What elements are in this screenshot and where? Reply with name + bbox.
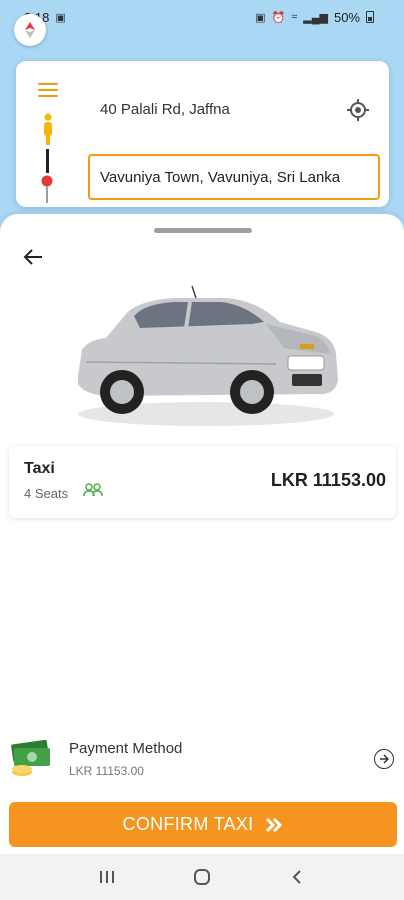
vehicle-price: LKR 11153.00	[270, 470, 386, 490]
confirm-taxi-button[interactable]: CONFIRM TAXI	[9, 802, 397, 847]
chevron-left-icon	[292, 870, 301, 884]
home-button[interactable]	[187, 862, 217, 892]
alarm-icon: ⏰	[271, 11, 286, 24]
arrow-left-icon[interactable]	[22, 248, 44, 266]
double-chevron-right-icon	[266, 817, 283, 832]
recent-apps-button[interactable]	[92, 862, 122, 892]
system-nav-bar	[0, 854, 404, 900]
gallery-icon: ▣	[55, 11, 66, 24]
battery-icon	[366, 11, 374, 23]
home-icon	[193, 869, 210, 885]
payment-title: Payment Method	[69, 740, 183, 757]
vehicle-name: Taxi	[24, 460, 55, 477]
people-icon	[83, 483, 103, 497]
back-button[interactable]	[282, 862, 312, 892]
compass-icon	[25, 22, 35, 38]
vehicle-option-card[interactable]: Taxi 4 Seats LKR 11153.00	[9, 446, 396, 518]
status-bar: 2:18 ▣ ▣ ⏰ ≈ ▂▄▆ 50%	[0, 0, 404, 34]
status-right: ▣ ⏰ ≈ ▂▄▆ 50%	[255, 10, 374, 25]
menu-icon[interactable]	[38, 83, 58, 99]
address-card: 40 Palali Rd, Jaffna	[16, 61, 389, 207]
payment-amount: LKR 11153.00	[69, 764, 144, 778]
pickup-address[interactable]: 40 Palali Rd, Jaffna	[100, 101, 230, 118]
bottom-sheet: Taxi 4 Seats LKR 11153.00 Payment Method…	[0, 214, 404, 854]
confirm-label: CONFIRM TAXI	[122, 814, 254, 834]
destination-input[interactable]	[88, 154, 380, 200]
drag-handle[interactable]	[154, 228, 252, 233]
cash-stack-icon	[11, 739, 50, 776]
person-pin-icon	[44, 113, 52, 145]
circle-arrow-right-icon[interactable]	[374, 749, 394, 769]
recent-apps-icon	[100, 871, 115, 883]
drop-pin-icon	[41, 175, 53, 203]
car-image	[78, 285, 338, 426]
signal-icon: ▂▄▆	[303, 11, 328, 24]
vehicle-seats: 4 Seats	[24, 486, 69, 501]
battery-percent: 50%	[333, 9, 360, 25]
gps-target-icon[interactable]	[346, 98, 370, 122]
compass-button[interactable]	[14, 14, 46, 46]
lock-icon: ▣	[255, 11, 266, 24]
route-line	[46, 149, 49, 173]
payment-method-row[interactable]: Payment Method LKR 11153.00	[0, 730, 404, 790]
wifi-icon: ≈	[291, 11, 298, 23]
